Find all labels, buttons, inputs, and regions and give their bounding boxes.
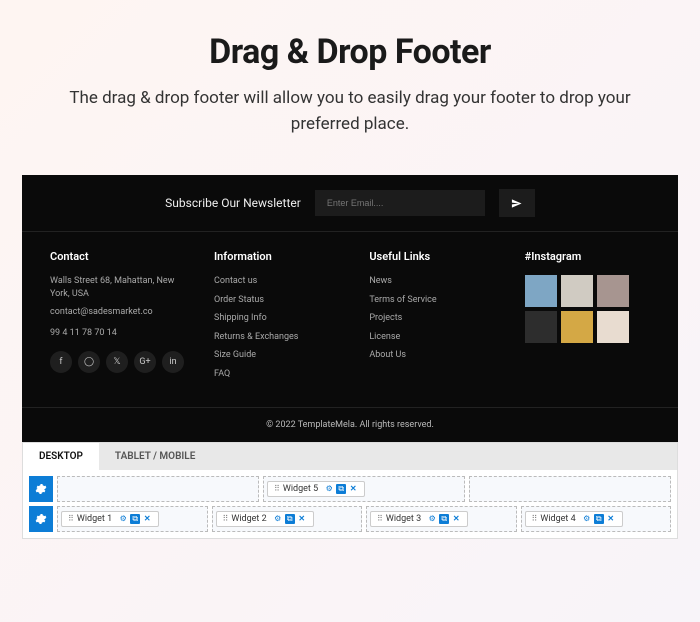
close-icon[interactable]: ✕ xyxy=(606,514,616,524)
footer-link[interactable]: News xyxy=(369,275,494,288)
footer-col-contact: Contact Walls Street 68, Mahattan, New Y… xyxy=(50,250,184,387)
copyright-text: © 2022 TemplateMela. All rights reserved… xyxy=(22,407,678,442)
widget-label: Widget 3 xyxy=(386,514,421,524)
drag-handle-icon[interactable]: ⠿ xyxy=(68,514,73,523)
footer-col-instagram: #Instagram xyxy=(525,250,650,387)
footer-link[interactable]: Order Status xyxy=(214,294,339,307)
widget-label: Widget 2 xyxy=(231,514,266,524)
row-settings-button[interactable] xyxy=(29,476,53,502)
builder-slot[interactable]: ⠿Widget 4 ⚙⧉✕ xyxy=(521,506,672,532)
contact-email: contact@sadesmarket.co xyxy=(50,306,184,319)
contact-address: Walls Street 68, Mahattan, New York, USA xyxy=(50,275,184,300)
page-title: Drag & Drop Footer xyxy=(60,32,640,72)
instagram-tile[interactable] xyxy=(525,275,557,307)
gear-icon[interactable]: ⚙ xyxy=(273,514,283,524)
footer-preview: Subscribe Our Newsletter Contact Walls S… xyxy=(22,175,678,442)
widget-label: Widget 5 xyxy=(283,484,318,494)
builder-row: ⠿Widget 1⚙⧉✕⠿Widget 2⚙⧉✕⠿Widget 3⚙⧉✕⠿Wid… xyxy=(29,506,671,532)
newsletter-submit-button[interactable] xyxy=(499,189,535,217)
widget-label: Widget 4 xyxy=(540,514,575,524)
drag-handle-icon[interactable]: ⠿ xyxy=(377,514,382,523)
builder-slot[interactable] xyxy=(57,476,259,502)
footer-col-useful: Useful Links News Terms of Service Project… xyxy=(369,250,494,387)
builder-widget[interactable]: ⠿ Widget 1 ⚙⧉✕ xyxy=(61,511,159,527)
facebook-icon[interactable]: f xyxy=(50,351,72,373)
duplicate-icon[interactable]: ⧉ xyxy=(336,484,346,494)
twitter-icon[interactable]: 𝕏 xyxy=(106,351,128,373)
gear-icon[interactable]: ⚙ xyxy=(427,514,437,524)
close-icon[interactable]: ✕ xyxy=(451,514,461,524)
gear-icon[interactable]: ⚙ xyxy=(324,484,334,494)
send-icon xyxy=(511,198,522,209)
footer-builder: DESKTOPTABLET / MOBILE ⠿Widget 5⚙⧉✕⠿Widg… xyxy=(22,442,678,539)
builder-tab-desktop[interactable]: DESKTOP xyxy=(23,443,99,470)
builder-tab-tablet-mobile[interactable]: TABLET / MOBILE xyxy=(99,443,211,470)
useful-heading: Useful Links xyxy=(369,250,494,263)
duplicate-icon[interactable]: ⧉ xyxy=(130,514,140,524)
gear-icon[interactable]: ⚙ xyxy=(582,514,592,524)
footer-link[interactable]: About Us xyxy=(369,349,494,362)
contact-heading: Contact xyxy=(50,250,184,263)
builder-slot[interactable]: ⠿ Widget 1 ⚙⧉✕ xyxy=(57,506,208,532)
builder-widget[interactable]: ⠿Widget 2 ⚙⧉✕ xyxy=(216,511,314,527)
builder-slot[interactable]: ⠿ Widget 5 ⚙⧉✕ xyxy=(263,476,465,502)
instagram-icon[interactable]: ◯ xyxy=(78,351,100,373)
drag-handle-icon[interactable]: ⠿ xyxy=(274,484,279,493)
footer-link[interactable]: Terms of Service xyxy=(369,294,494,307)
duplicate-icon[interactable]: ⧉ xyxy=(285,514,295,524)
footer-link[interactable]: Shipping Info xyxy=(214,312,339,325)
duplicate-icon[interactable]: ⧉ xyxy=(594,514,604,524)
newsletter-bar: Subscribe Our Newsletter xyxy=(22,175,678,232)
close-icon[interactable]: ✕ xyxy=(297,514,307,524)
builder-widget[interactable]: ⠿ Widget 3 ⚙⧉✕ xyxy=(370,511,468,527)
footer-link[interactable]: Projects xyxy=(369,312,494,325)
footer-col-information: Information Contact us Order Status Shippi… xyxy=(214,250,339,387)
newsletter-label: Subscribe Our Newsletter xyxy=(165,196,301,210)
footer-link[interactable]: Returns & Exchanges xyxy=(214,331,339,344)
instagram-tile[interactable] xyxy=(597,275,629,307)
widget-label: Widget 1 xyxy=(77,514,112,524)
footer-link[interactable]: License xyxy=(369,331,494,344)
footer-link[interactable]: Size Guide xyxy=(214,349,339,362)
drag-handle-icon[interactable]: ⠿ xyxy=(532,514,537,523)
close-icon[interactable]: ✕ xyxy=(348,484,358,494)
builder-slot[interactable]: ⠿Widget 2 ⚙⧉✕ xyxy=(212,506,363,532)
contact-phone: 99 4 11 78 70 14 xyxy=(50,327,184,340)
builder-slot[interactable] xyxy=(469,476,671,502)
builder-widget[interactable]: ⠿Widget 4 ⚙⧉✕ xyxy=(525,511,623,527)
information-heading: Information xyxy=(214,250,339,263)
instagram-tile[interactable] xyxy=(561,311,593,343)
drag-handle-icon[interactable]: ⠿ xyxy=(223,514,228,523)
instagram-tile[interactable] xyxy=(561,275,593,307)
page-subtitle: The drag & drop footer will allow you to… xyxy=(60,86,640,137)
duplicate-icon[interactable]: ⧉ xyxy=(439,514,449,524)
footer-link[interactable]: Contact us xyxy=(214,275,339,288)
gear-icon[interactable]: ⚙ xyxy=(118,514,128,524)
builder-row: ⠿ Widget 5 ⚙⧉✕ xyxy=(29,476,671,502)
googleplus-icon[interactable]: G+ xyxy=(134,351,156,373)
builder-slot[interactable]: ⠿ Widget 3 ⚙⧉✕ xyxy=(366,506,517,532)
instagram-tile[interactable] xyxy=(597,311,629,343)
instagram-tile[interactable] xyxy=(525,311,557,343)
row-settings-button[interactable] xyxy=(29,506,53,532)
linkedin-icon[interactable]: in xyxy=(162,351,184,373)
close-icon[interactable]: ✕ xyxy=(142,514,152,524)
builder-widget[interactable]: ⠿ Widget 5 ⚙⧉✕ xyxy=(267,481,365,497)
instagram-heading: #Instagram xyxy=(525,250,650,263)
newsletter-email-input[interactable] xyxy=(315,190,485,216)
footer-link[interactable]: FAQ xyxy=(214,368,339,381)
